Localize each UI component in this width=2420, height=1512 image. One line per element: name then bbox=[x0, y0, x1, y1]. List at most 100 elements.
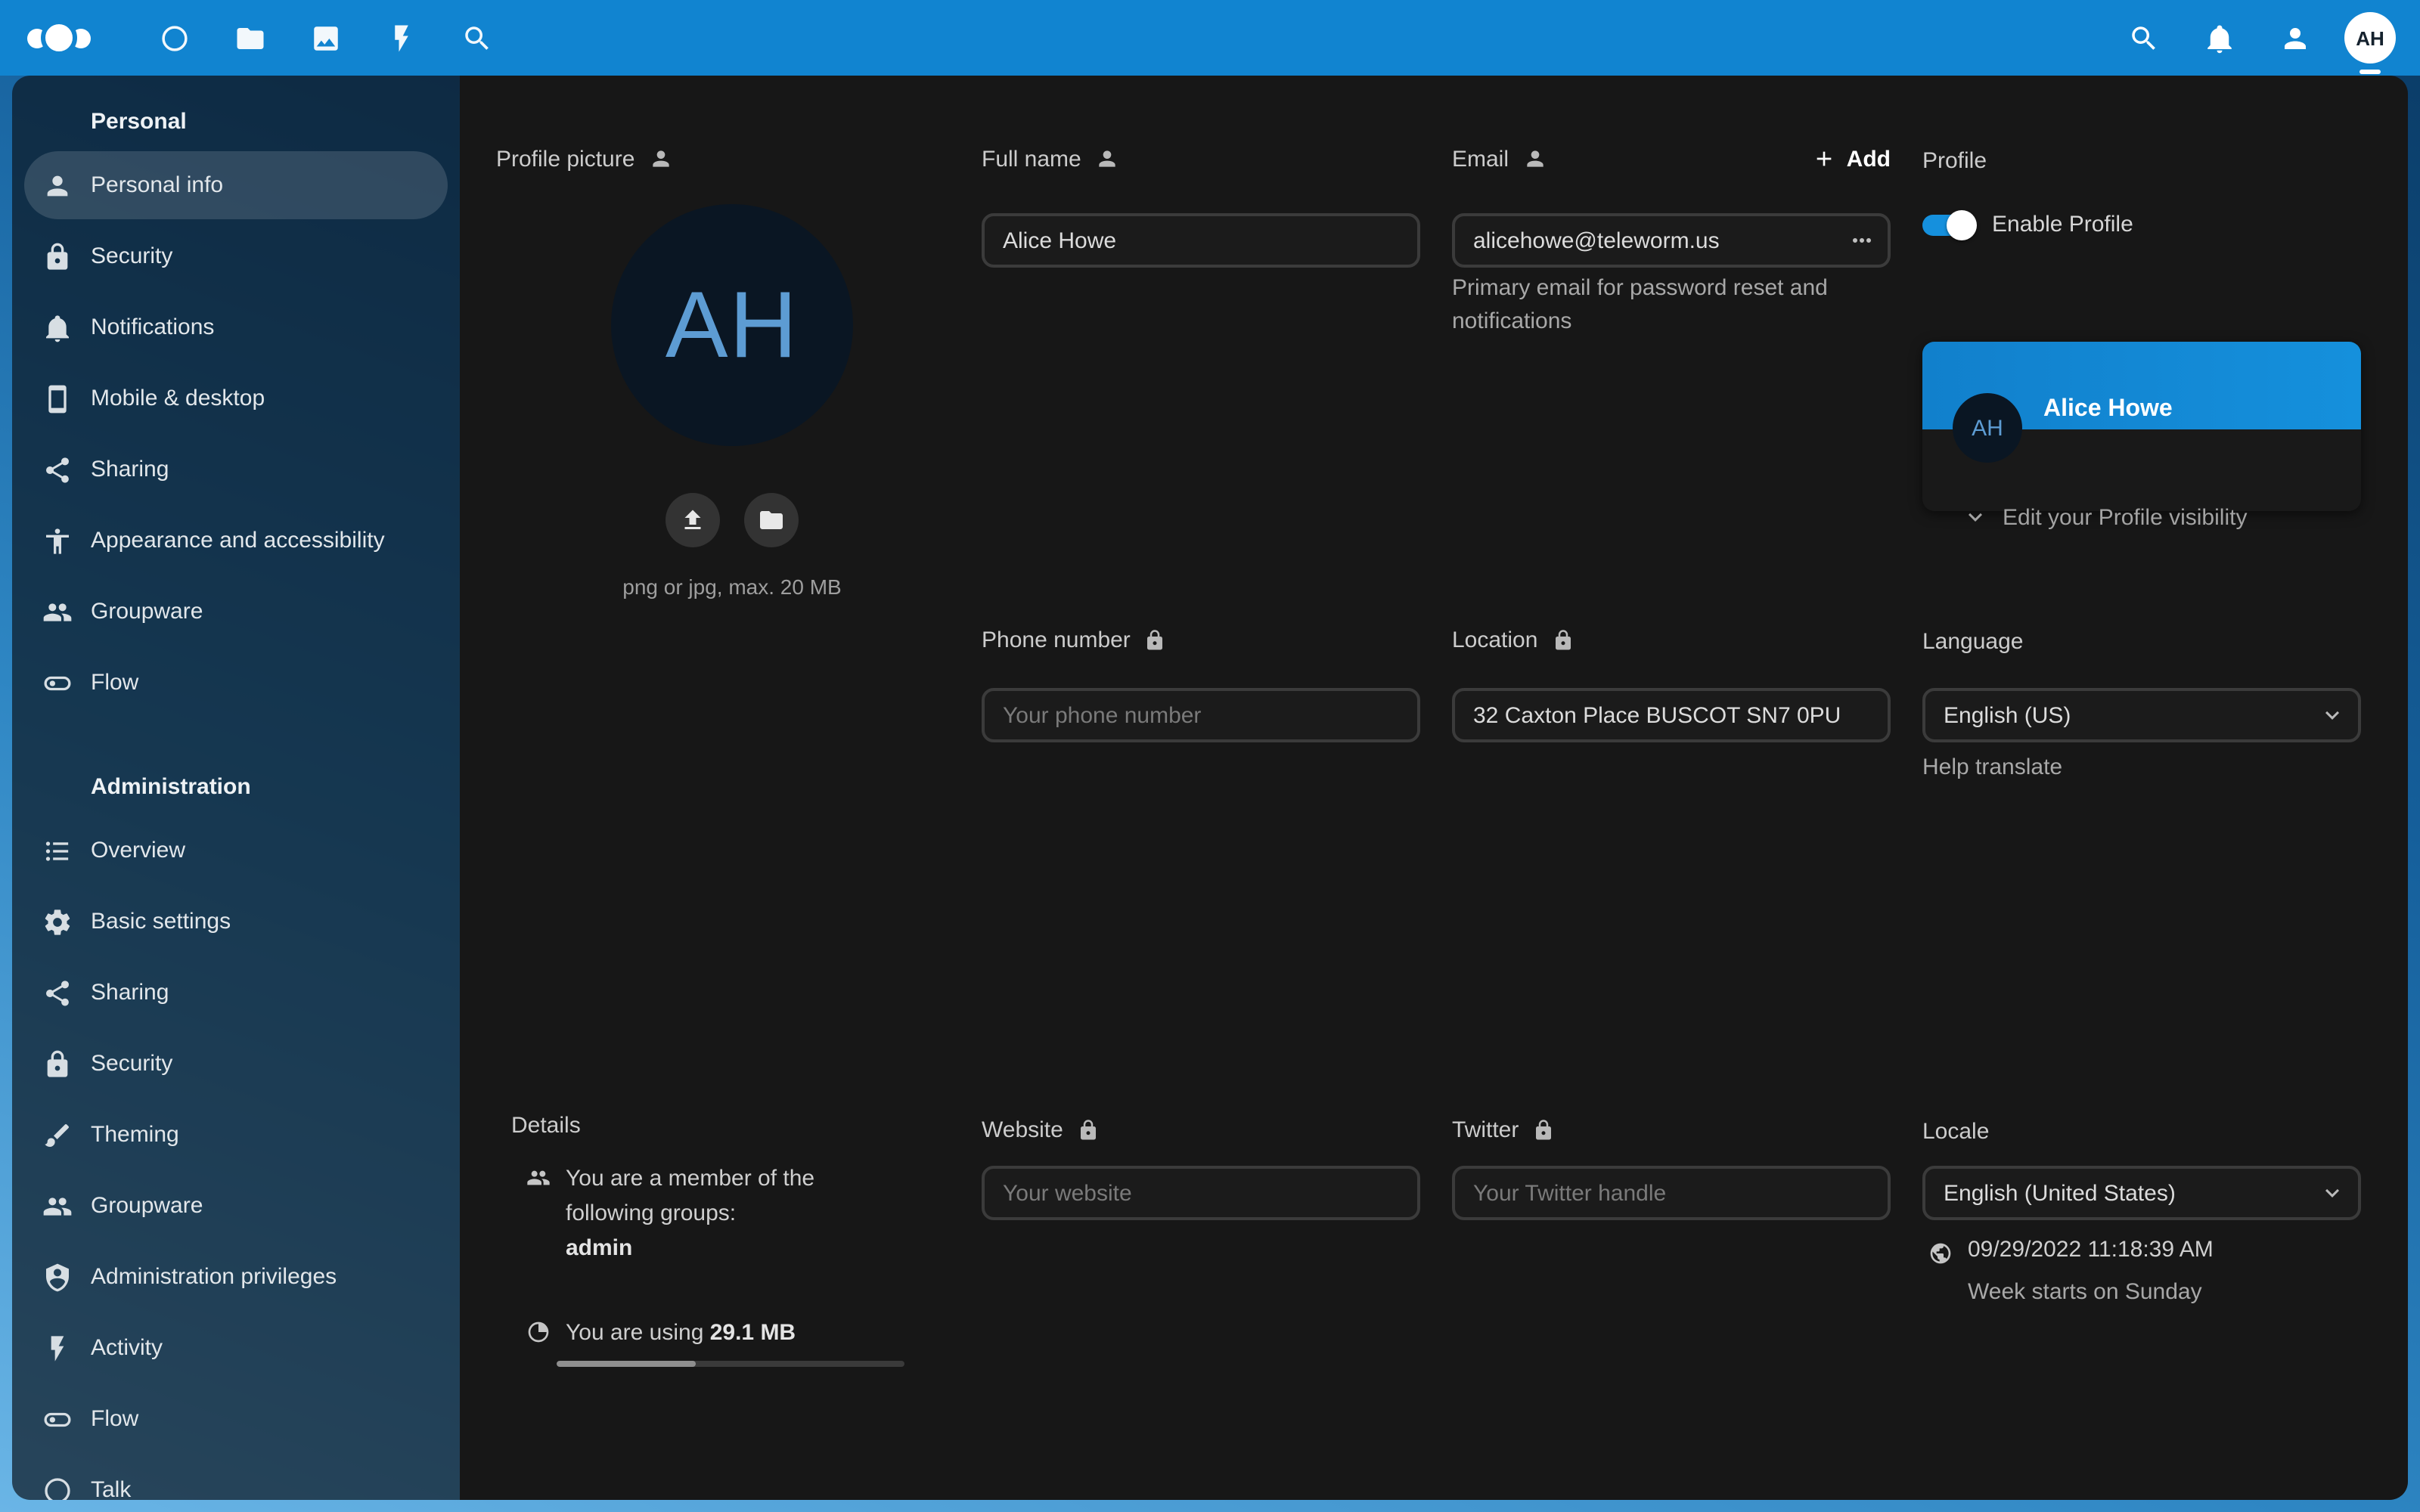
usage-value: 29.1 MB bbox=[710, 1320, 796, 1346]
sidebar-item-sharing[interactable]: Sharing bbox=[24, 435, 448, 503]
unified-search-button[interactable] bbox=[2114, 3, 2172, 73]
image-icon bbox=[309, 22, 341, 54]
website-label: Website bbox=[982, 1117, 1063, 1142]
quota-progress-fill bbox=[557, 1361, 696, 1367]
avatar-status-indicator bbox=[2360, 70, 2381, 74]
folder-icon bbox=[758, 507, 785, 534]
sidebar-item-administration-privileges[interactable]: Administration privileges bbox=[24, 1243, 448, 1311]
gear-icon bbox=[42, 906, 73, 937]
nextcloud-logo[interactable] bbox=[27, 20, 121, 56]
full-name-label-row: Full name bbox=[982, 142, 1119, 175]
dashboard-app-button[interactable] bbox=[142, 0, 206, 76]
email-field-wrap bbox=[1452, 213, 1891, 268]
sidebar-item-label: Talk bbox=[91, 1477, 131, 1500]
upload-avatar-button[interactable] bbox=[666, 493, 720, 547]
twitter-input[interactable] bbox=[1452, 1166, 1891, 1220]
lightning-icon bbox=[42, 1333, 73, 1363]
sidebar-item-personal-info[interactable]: Personal info bbox=[24, 151, 448, 219]
sidebar-item-appearance-accessibility[interactable]: Appearance and accessibility bbox=[24, 507, 448, 575]
sidebar-item-admin-flow[interactable]: Flow bbox=[24, 1385, 448, 1453]
email-label: Email bbox=[1452, 146, 1509, 172]
dashboard-icon bbox=[158, 22, 190, 54]
sidebar-item-label: Sharing bbox=[91, 980, 169, 1005]
plus-icon bbox=[1812, 147, 1836, 171]
notifications-button[interactable] bbox=[2190, 3, 2248, 73]
full-name-input[interactable] bbox=[982, 213, 1420, 268]
lightning-icon bbox=[385, 22, 417, 54]
profile-card-name: Alice Howe bbox=[2043, 393, 2173, 426]
activity-app-button[interactable] bbox=[369, 0, 433, 76]
sidebar-item-basic-settings[interactable]: Basic settings bbox=[24, 888, 448, 956]
group-name: admin bbox=[566, 1231, 868, 1266]
flow-icon bbox=[42, 1404, 73, 1434]
files-app-button[interactable] bbox=[218, 0, 281, 76]
bell-icon bbox=[2203, 22, 2235, 54]
profile-section-label: Profile bbox=[1922, 148, 1987, 174]
website-input[interactable] bbox=[982, 1166, 1420, 1220]
sidebar-item-notifications[interactable]: Notifications bbox=[24, 293, 448, 361]
profile-picture-avatar[interactable]: AH bbox=[611, 204, 853, 446]
upload-icon bbox=[679, 507, 706, 534]
phone-input[interactable] bbox=[982, 688, 1420, 742]
user-avatar-menu[interactable]: AH bbox=[2344, 12, 2396, 64]
email-input[interactable] bbox=[1452, 213, 1891, 268]
email-helper-text: Primary email for password reset and not… bbox=[1452, 272, 1857, 339]
sidebar-item-label: Security bbox=[91, 243, 172, 269]
settings-sidebar: Personal Personal info Security Notifica… bbox=[12, 76, 460, 1500]
sidebar-item-label: Theming bbox=[91, 1122, 179, 1148]
magnifier-icon bbox=[461, 22, 492, 54]
language-select[interactable]: English (US) bbox=[1922, 688, 2361, 742]
sidebar-item-theming[interactable]: Theming bbox=[24, 1101, 448, 1169]
photos-app-button[interactable] bbox=[293, 0, 357, 76]
sidebar-item-flow[interactable]: Flow bbox=[24, 649, 448, 717]
sidebar-item-label: Activity bbox=[91, 1335, 163, 1361]
quota-progress-bar bbox=[557, 1361, 904, 1367]
add-email-button[interactable]: Add bbox=[1812, 146, 1891, 172]
search-app-button[interactable] bbox=[445, 0, 508, 76]
cellphone-icon bbox=[42, 383, 73, 414]
sidebar-item-admin-groupware[interactable]: Groupware bbox=[24, 1172, 448, 1240]
group-icon bbox=[526, 1166, 551, 1190]
sidebar-item-groupware[interactable]: Groupware bbox=[24, 578, 448, 646]
globe-icon bbox=[1928, 1241, 1953, 1266]
dots-horizontal-icon bbox=[1848, 227, 1876, 254]
current-datetime: 09/29/2022 11:18:39 AM bbox=[1968, 1237, 2214, 1263]
profile-picture-label: Profile picture bbox=[496, 146, 634, 172]
folder-icon bbox=[234, 22, 265, 54]
sidebar-item-label: Sharing bbox=[91, 457, 169, 482]
locale-select[interactable]: English (United States) bbox=[1922, 1166, 2361, 1220]
account-icon bbox=[1095, 147, 1119, 171]
help-translate-link[interactable]: Help translate bbox=[1922, 754, 2062, 780]
profile-card-avatar: AH bbox=[1953, 393, 2022, 463]
group-icon bbox=[42, 1191, 73, 1221]
sidebar-item-label: Administration privileges bbox=[91, 1264, 337, 1290]
choose-avatar-from-files-button[interactable] bbox=[744, 493, 799, 547]
locale-label: Locale bbox=[1922, 1119, 1989, 1145]
share-icon bbox=[42, 978, 73, 1008]
sidebar-item-label: Notifications bbox=[91, 314, 214, 340]
lock-icon bbox=[1144, 628, 1167, 651]
contacts-button[interactable] bbox=[2266, 3, 2323, 73]
talk-icon bbox=[42, 1475, 73, 1500]
sidebar-item-activity[interactable]: Activity bbox=[24, 1314, 448, 1382]
website-label-row: Website bbox=[982, 1113, 1100, 1146]
shield-account-icon bbox=[42, 1262, 73, 1292]
account-icon bbox=[1522, 147, 1547, 171]
account-icon bbox=[42, 170, 73, 200]
list-icon bbox=[42, 835, 73, 866]
sidebar-item-talk[interactable]: Talk bbox=[24, 1456, 448, 1500]
enable-profile-label: Enable Profile bbox=[1992, 212, 2133, 237]
toggle-knob bbox=[1947, 209, 1977, 240]
sidebar-item-mobile-desktop[interactable]: Mobile & desktop bbox=[24, 364, 448, 432]
enable-profile-toggle[interactable]: Enable Profile bbox=[1922, 212, 2133, 237]
storage-usage: You are using 29.1 MB bbox=[526, 1315, 796, 1350]
email-options-button[interactable] bbox=[1844, 224, 1880, 257]
group-icon bbox=[42, 596, 73, 627]
sidebar-item-admin-security[interactable]: Security bbox=[24, 1030, 448, 1098]
sidebar-item-overview[interactable]: Overview bbox=[24, 816, 448, 885]
twitter-label: Twitter bbox=[1452, 1117, 1519, 1142]
sidebar-item-admin-sharing[interactable]: Sharing bbox=[24, 959, 448, 1027]
location-input[interactable] bbox=[1452, 688, 1891, 742]
edit-profile-visibility[interactable]: Edit your Profile visibility bbox=[1922, 503, 2361, 531]
sidebar-item-security[interactable]: Security bbox=[24, 222, 448, 290]
